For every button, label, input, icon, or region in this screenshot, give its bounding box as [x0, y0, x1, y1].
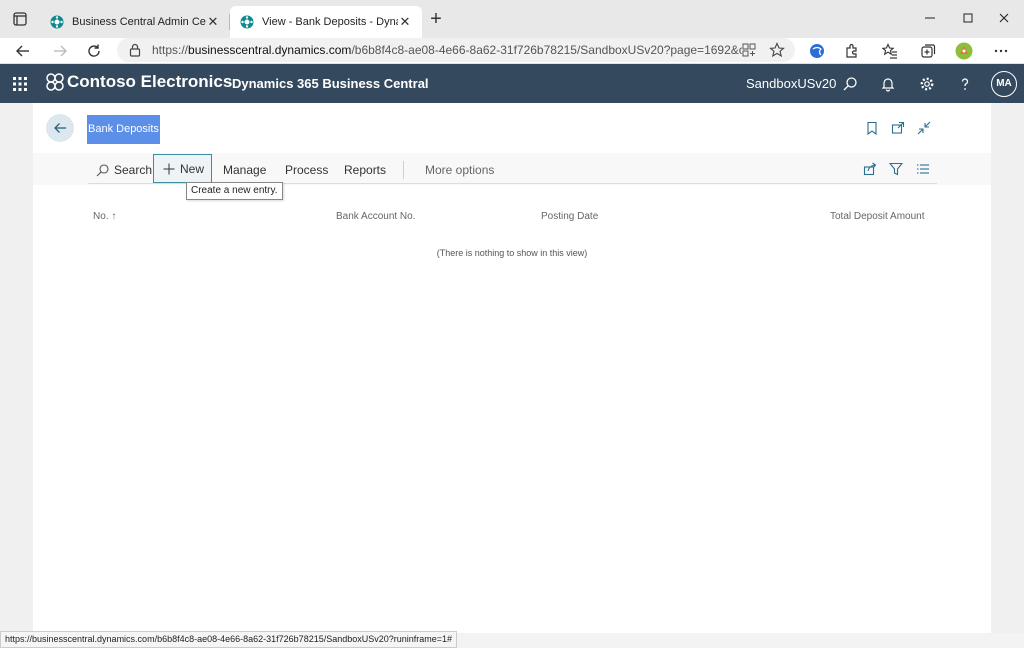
window-close-icon[interactable]: [994, 8, 1014, 28]
browser-menu-icon[interactable]: [991, 41, 1011, 61]
column-header-posting-date[interactable]: Posting Date: [541, 211, 598, 222]
url-host: businesscentral.dynamics.com: [188, 43, 352, 57]
help-icon[interactable]: [955, 74, 975, 94]
page-back-button[interactable]: [46, 114, 74, 142]
empty-list-message: (There is nothing to show in this view): [0, 248, 1024, 258]
manage-menu[interactable]: Manage: [223, 162, 266, 178]
sort-ascending-icon: ↑: [111, 211, 117, 222]
process-menu[interactable]: Process: [285, 162, 328, 178]
app-available-icon[interactable]: [742, 43, 756, 57]
extensions-puzzle-icon[interactable]: [842, 41, 862, 61]
filter-icon[interactable]: [887, 160, 905, 178]
close-tab-icon[interactable]: ✕: [206, 15, 220, 29]
page-title-band: [33, 103, 991, 153]
app-launcher-icon[interactable]: [12, 76, 28, 92]
business-central-favicon-icon: [240, 15, 254, 29]
company-name: Contoso Electronics: [67, 72, 233, 91]
forward-arrow-icon[interactable]: [50, 41, 70, 61]
url-text: https://businesscentral.dynamics.com/b6b…: [152, 43, 742, 57]
browser-toolbar: https://businesscentral.dynamics.com/b6b…: [0, 38, 1024, 64]
address-bar[interactable]: https://businesscentral.dynamics.com/b6b…: [117, 38, 795, 62]
business-central-favicon-icon: [50, 15, 64, 29]
notifications-bell-icon[interactable]: [878, 74, 898, 94]
right-gutter: [1017, 103, 1024, 633]
tab-actions-icon[interactable]: [12, 11, 28, 27]
column-header-bank-account-no[interactable]: Bank Account No.: [336, 211, 416, 222]
close-tab-icon[interactable]: ✕: [398, 15, 412, 29]
empty-list-text: (There is nothing to show in this view): [436, 248, 588, 258]
maximize-icon[interactable]: [958, 8, 978, 28]
new-button-label: New: [180, 161, 205, 176]
search-action-label: Search: [114, 163, 153, 177]
contoso-logo-icon: [45, 72, 65, 92]
search-action[interactable]: Search: [96, 162, 152, 178]
profile-icon[interactable]: [954, 41, 974, 61]
bookmark-icon[interactable]: [864, 120, 880, 136]
tab-title: Business Central Admin Center: [72, 16, 206, 28]
back-arrow-icon: [52, 120, 68, 136]
refresh-icon[interactable]: [84, 41, 104, 61]
open-new-window-icon[interactable]: [890, 120, 906, 136]
search-icon[interactable]: [840, 74, 860, 94]
environment-name[interactable]: SandboxUSv20: [746, 76, 836, 91]
new-button[interactable]: New: [153, 154, 212, 183]
column-header-total-deposit-amount[interactable]: Total Deposit Amount: [830, 211, 925, 222]
new-button-tooltip: Create a new entry.: [186, 182, 283, 200]
favorites-list-icon[interactable]: [880, 41, 900, 61]
share-icon[interactable]: [861, 160, 879, 178]
browser-tab-strip: Business Central Admin Center ✕ View - B…: [0, 0, 1024, 38]
page-title: Bank Deposits: [87, 115, 160, 144]
tab-bank-deposits[interactable]: View - Bank Deposits - Dynamics 365 Busi…: [230, 6, 422, 38]
tab-title: View - Bank Deposits - Dynamics 365 Busi…: [262, 16, 398, 28]
more-options-button[interactable]: More options: [425, 162, 494, 178]
app-header: Contoso Electronics Dynamics 365 Busines…: [0, 64, 1024, 103]
settings-gear-icon[interactable]: [917, 74, 937, 94]
user-avatar[interactable]: MA: [991, 71, 1017, 97]
url-scheme: https://: [152, 43, 189, 57]
link-status-bar: https://businesscentral.dynamics.com/b6b…: [0, 631, 458, 648]
column-label: No.: [93, 211, 109, 222]
collections-icon[interactable]: [918, 41, 938, 61]
favorite-star-icon[interactable]: [769, 42, 785, 58]
product-name: Dynamics 365 Business Central: [232, 76, 429, 91]
reports-menu[interactable]: Reports: [344, 162, 386, 178]
plus-icon: [163, 163, 175, 175]
browser-extension-icon[interactable]: [807, 41, 827, 61]
company-logo[interactable]: Contoso Electronics: [45, 72, 232, 92]
minimize-icon[interactable]: [920, 8, 940, 28]
list-view-icon[interactable]: [914, 160, 932, 178]
tab-admin-center[interactable]: Business Central Admin Center ✕: [40, 6, 230, 38]
search-icon: [96, 163, 109, 177]
column-header-no[interactable]: No. ↑: [93, 211, 116, 222]
lock-icon[interactable]: [129, 43, 141, 57]
url-path: /b6b8f4c8-ae08-4e66-8a62-31f726b78215/Sa…: [351, 43, 742, 57]
back-arrow-icon[interactable]: [13, 41, 33, 61]
collapse-icon[interactable]: [916, 120, 932, 136]
action-separator: [403, 161, 404, 179]
new-tab-icon[interactable]: +: [427, 9, 445, 29]
